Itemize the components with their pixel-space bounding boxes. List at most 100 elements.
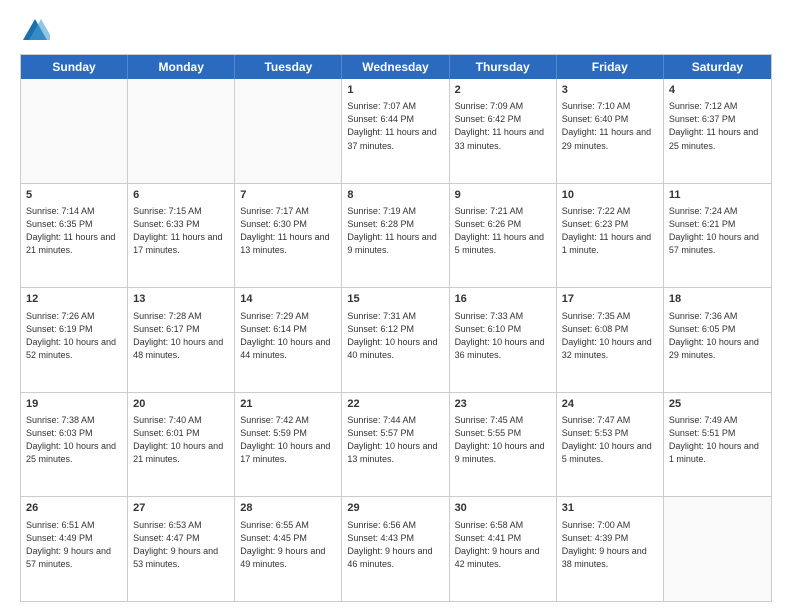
calendar-cell: 20 Sunrise: 7:40 AMSunset: 6:01 PMDayligh… bbox=[128, 393, 235, 497]
weekday-header-wednesday: Wednesday bbox=[342, 55, 449, 79]
cell-info: Sunrise: 7:21 AMSunset: 6:26 PMDaylight:… bbox=[455, 205, 551, 257]
weekday-header-tuesday: Tuesday bbox=[235, 55, 342, 79]
cell-info: Sunrise: 7:28 AMSunset: 6:17 PMDaylight:… bbox=[133, 310, 229, 362]
logo-icon bbox=[20, 16, 50, 46]
calendar-cell: 26 Sunrise: 6:51 AMSunset: 4:49 PMDayligh… bbox=[21, 497, 128, 601]
cell-info: Sunrise: 7:19 AMSunset: 6:28 PMDaylight:… bbox=[347, 205, 443, 257]
day-number: 10 bbox=[562, 188, 658, 203]
cell-info: Sunrise: 7:14 AMSunset: 6:35 PMDaylight:… bbox=[26, 205, 122, 257]
calendar-cell: 8 Sunrise: 7:19 AMSunset: 6:28 PMDaylight… bbox=[342, 184, 449, 288]
day-number: 29 bbox=[347, 501, 443, 516]
cell-info: Sunrise: 7:09 AMSunset: 6:42 PMDaylight:… bbox=[455, 100, 551, 152]
calendar-cell: 13 Sunrise: 7:28 AMSunset: 6:17 PMDayligh… bbox=[128, 288, 235, 392]
calendar-cell bbox=[128, 79, 235, 183]
calendar-cell: 23 Sunrise: 7:45 AMSunset: 5:55 PMDayligh… bbox=[450, 393, 557, 497]
cell-info: Sunrise: 7:12 AMSunset: 6:37 PMDaylight:… bbox=[669, 100, 766, 152]
cell-info: Sunrise: 7:36 AMSunset: 6:05 PMDaylight:… bbox=[669, 310, 766, 362]
calendar-cell: 22 Sunrise: 7:44 AMSunset: 5:57 PMDayligh… bbox=[342, 393, 449, 497]
calendar-cell: 31 Sunrise: 7:00 AMSunset: 4:39 PMDayligh… bbox=[557, 497, 664, 601]
calendar-cell: 18 Sunrise: 7:36 AMSunset: 6:05 PMDayligh… bbox=[664, 288, 771, 392]
day-number: 14 bbox=[240, 292, 336, 307]
day-number: 31 bbox=[562, 501, 658, 516]
calendar: SundayMondayTuesdayWednesdayThursdayFrid… bbox=[20, 54, 772, 602]
calendar-cell bbox=[664, 497, 771, 601]
cell-info: Sunrise: 6:56 AMSunset: 4:43 PMDaylight:… bbox=[347, 519, 443, 571]
calendar-body: 1Sunrise: 7:07 AMSunset: 6:44 PMDaylight… bbox=[21, 79, 771, 601]
day-number: 25 bbox=[669, 397, 766, 412]
calendar-cell: 28 Sunrise: 6:55 AMSunset: 4:45 PMDayligh… bbox=[235, 497, 342, 601]
day-number: 3 bbox=[562, 83, 658, 98]
calendar-row-2: 5 Sunrise: 7:14 AMSunset: 6:35 PMDaylight… bbox=[21, 183, 771, 288]
day-number: 26 bbox=[26, 501, 122, 516]
calendar-cell: 1Sunrise: 7:07 AMSunset: 6:44 PMDaylight… bbox=[342, 79, 449, 183]
cell-info: Sunrise: 7:35 AMSunset: 6:08 PMDaylight:… bbox=[562, 310, 658, 362]
cell-info: Sunrise: 7:42 AMSunset: 5:59 PMDaylight:… bbox=[240, 414, 336, 466]
calendar-cell: 19 Sunrise: 7:38 AMSunset: 6:03 PMDayligh… bbox=[21, 393, 128, 497]
day-number: 16 bbox=[455, 292, 551, 307]
calendar-cell: 7 Sunrise: 7:17 AMSunset: 6:30 PMDaylight… bbox=[235, 184, 342, 288]
day-number: 2 bbox=[455, 83, 551, 98]
weekday-header-monday: Monday bbox=[128, 55, 235, 79]
day-number: 21 bbox=[240, 397, 336, 412]
cell-info: Sunrise: 7:22 AMSunset: 6:23 PMDaylight:… bbox=[562, 205, 658, 257]
day-number: 13 bbox=[133, 292, 229, 307]
calendar-cell: 12Sunrise: 7:26 AMSunset: 6:19 PMDayligh… bbox=[21, 288, 128, 392]
calendar-cell: 21 Sunrise: 7:42 AMSunset: 5:59 PMDayligh… bbox=[235, 393, 342, 497]
calendar-header: SundayMondayTuesdayWednesdayThursdayFrid… bbox=[21, 55, 771, 79]
cell-info: Sunrise: 7:47 AMSunset: 5:53 PMDaylight:… bbox=[562, 414, 658, 466]
day-number: 8 bbox=[347, 188, 443, 203]
calendar-cell: 27Sunrise: 6:53 AMSunset: 4:47 PMDayligh… bbox=[128, 497, 235, 601]
calendar-cell: 24Sunrise: 7:47 AMSunset: 5:53 PMDayligh… bbox=[557, 393, 664, 497]
cell-info: Sunrise: 7:00 AMSunset: 4:39 PMDaylight:… bbox=[562, 519, 658, 571]
calendar-cell: 17Sunrise: 7:35 AMSunset: 6:08 PMDayligh… bbox=[557, 288, 664, 392]
cell-info: Sunrise: 7:33 AMSunset: 6:10 PMDaylight:… bbox=[455, 310, 551, 362]
day-number: 19 bbox=[26, 397, 122, 412]
calendar-cell: 4Sunrise: 7:12 AMSunset: 6:37 PMDaylight… bbox=[664, 79, 771, 183]
cell-info: Sunrise: 6:55 AMSunset: 4:45 PMDaylight:… bbox=[240, 519, 336, 571]
calendar-cell: 15Sunrise: 7:31 AMSunset: 6:12 PMDayligh… bbox=[342, 288, 449, 392]
calendar-cell bbox=[235, 79, 342, 183]
cell-info: Sunrise: 6:58 AMSunset: 4:41 PMDaylight:… bbox=[455, 519, 551, 571]
cell-info: Sunrise: 7:24 AMSunset: 6:21 PMDaylight:… bbox=[669, 205, 766, 257]
cell-info: Sunrise: 7:17 AMSunset: 6:30 PMDaylight:… bbox=[240, 205, 336, 257]
calendar-cell: 16 Sunrise: 7:33 AMSunset: 6:10 PMDayligh… bbox=[450, 288, 557, 392]
cell-info: Sunrise: 7:44 AMSunset: 5:57 PMDaylight:… bbox=[347, 414, 443, 466]
header bbox=[20, 16, 772, 46]
logo bbox=[20, 16, 54, 46]
page: SundayMondayTuesdayWednesdayThursdayFrid… bbox=[0, 0, 792, 612]
calendar-cell: 11Sunrise: 7:24 AMSunset: 6:21 PMDayligh… bbox=[664, 184, 771, 288]
cell-info: Sunrise: 7:07 AMSunset: 6:44 PMDaylight:… bbox=[347, 100, 443, 152]
calendar-row-1: 1Sunrise: 7:07 AMSunset: 6:44 PMDaylight… bbox=[21, 79, 771, 183]
cell-info: Sunrise: 7:31 AMSunset: 6:12 PMDaylight:… bbox=[347, 310, 443, 362]
day-number: 30 bbox=[455, 501, 551, 516]
weekday-header-saturday: Saturday bbox=[664, 55, 771, 79]
cell-info: Sunrise: 7:49 AMSunset: 5:51 PMDaylight:… bbox=[669, 414, 766, 466]
cell-info: Sunrise: 7:40 AMSunset: 6:01 PMDaylight:… bbox=[133, 414, 229, 466]
calendar-cell: 3 Sunrise: 7:10 AMSunset: 6:40 PMDaylight… bbox=[557, 79, 664, 183]
weekday-header-friday: Friday bbox=[557, 55, 664, 79]
calendar-cell: 29 Sunrise: 6:56 AMSunset: 4:43 PMDayligh… bbox=[342, 497, 449, 601]
day-number: 22 bbox=[347, 397, 443, 412]
calendar-cell: 25 Sunrise: 7:49 AMSunset: 5:51 PMDayligh… bbox=[664, 393, 771, 497]
calendar-row-4: 19 Sunrise: 7:38 AMSunset: 6:03 PMDayligh… bbox=[21, 392, 771, 497]
cell-info: Sunrise: 7:45 AMSunset: 5:55 PMDaylight:… bbox=[455, 414, 551, 466]
cell-info: Sunrise: 7:26 AMSunset: 6:19 PMDaylight:… bbox=[26, 310, 122, 362]
calendar-row-3: 12Sunrise: 7:26 AMSunset: 6:19 PMDayligh… bbox=[21, 287, 771, 392]
cell-info: Sunrise: 7:10 AMSunset: 6:40 PMDaylight:… bbox=[562, 100, 658, 152]
calendar-cell bbox=[21, 79, 128, 183]
calendar-cell: 6Sunrise: 7:15 AMSunset: 6:33 PMDaylight… bbox=[128, 184, 235, 288]
day-number: 7 bbox=[240, 188, 336, 203]
calendar-cell: 5 Sunrise: 7:14 AMSunset: 6:35 PMDaylight… bbox=[21, 184, 128, 288]
cell-info: Sunrise: 7:15 AMSunset: 6:33 PMDaylight:… bbox=[133, 205, 229, 257]
day-number: 9 bbox=[455, 188, 551, 203]
day-number: 5 bbox=[26, 188, 122, 203]
weekday-header-sunday: Sunday bbox=[21, 55, 128, 79]
calendar-cell: 2 Sunrise: 7:09 AMSunset: 6:42 PMDaylight… bbox=[450, 79, 557, 183]
day-number: 23 bbox=[455, 397, 551, 412]
cell-info: Sunrise: 6:51 AMSunset: 4:49 PMDaylight:… bbox=[26, 519, 122, 571]
cell-info: Sunrise: 7:38 AMSunset: 6:03 PMDaylight:… bbox=[26, 414, 122, 466]
day-number: 28 bbox=[240, 501, 336, 516]
day-number: 20 bbox=[133, 397, 229, 412]
day-number: 18 bbox=[669, 292, 766, 307]
cell-info: Sunrise: 7:29 AMSunset: 6:14 PMDaylight:… bbox=[240, 310, 336, 362]
